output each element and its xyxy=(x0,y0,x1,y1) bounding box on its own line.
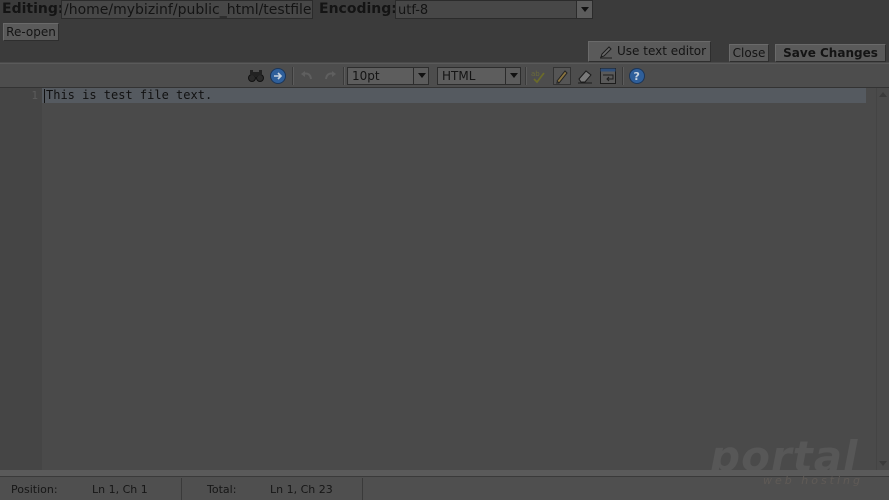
chevron-down-icon xyxy=(576,1,592,18)
code-line[interactable]: This is test file text. xyxy=(46,88,212,103)
status-bar: Position: Ln 1, Ch 1 Total: Ln 1, Ch 23 xyxy=(0,476,889,500)
save-changes-button[interactable]: Save Changes xyxy=(775,44,886,62)
word-wrap-icon[interactable] xyxy=(599,67,617,85)
vertical-scrollbar[interactable] xyxy=(876,88,889,470)
position-value: Ln 1, Ch 1 xyxy=(92,483,148,496)
reopen-button[interactable]: Re-open xyxy=(3,23,59,41)
code-editor[interactable]: 1 This is test file text. xyxy=(0,88,876,470)
toolbar-separator xyxy=(292,67,294,85)
line-number-gutter xyxy=(0,88,42,470)
use-text-editor-label: Use text editor xyxy=(617,44,707,58)
total-value: Ln 1, Ch 23 xyxy=(270,483,333,496)
status-separator xyxy=(362,478,363,500)
close-button[interactable]: Close xyxy=(729,44,769,62)
redo-icon[interactable] xyxy=(321,67,339,85)
scroll-up-icon[interactable] xyxy=(879,92,887,97)
highlight-icon[interactable] xyxy=(553,67,571,85)
undo-icon[interactable] xyxy=(298,67,316,85)
chevron-down-icon xyxy=(413,68,428,84)
file-path-field: /home/mybizinf/public_html/testfile.ht xyxy=(61,0,313,19)
search-icon[interactable] xyxy=(247,67,265,85)
status-separator xyxy=(181,478,182,500)
pencil-icon xyxy=(600,46,612,59)
syntax-value: HTML xyxy=(442,69,476,83)
editor-header: Editing: /home/mybizinf/public_html/test… xyxy=(0,0,889,62)
total-label: Total: xyxy=(207,483,237,496)
svg-text:?: ? xyxy=(634,70,640,83)
toolbar-separator xyxy=(343,67,345,85)
font-size-select[interactable]: 10pt xyxy=(347,67,429,85)
eraser-icon[interactable] xyxy=(576,67,594,85)
use-text-editor-button[interactable]: Use text editor xyxy=(588,41,711,62)
line-number: 1 xyxy=(31,89,38,102)
editing-label: Editing: xyxy=(2,1,64,17)
encoding-value: utf-8 xyxy=(398,3,429,18)
position-label: Position: xyxy=(11,483,58,496)
toolbar-separator xyxy=(622,67,624,85)
editor-toolbar: 10pt HTML ab ? xyxy=(0,63,889,88)
chevron-down-icon xyxy=(505,68,520,84)
syntax-select[interactable]: HTML xyxy=(437,67,521,85)
help-icon[interactable]: ? xyxy=(628,67,646,85)
encoding-label: Encoding: xyxy=(319,1,397,17)
font-size-value: 10pt xyxy=(352,69,380,83)
spellcheck-icon[interactable]: ab xyxy=(529,67,547,85)
goto-icon[interactable] xyxy=(269,67,287,85)
scroll-down-icon[interactable] xyxy=(879,461,887,466)
text-caret xyxy=(44,89,45,103)
encoding-select[interactable]: utf-8 xyxy=(395,0,593,19)
portal-tagline: web hosting xyxy=(763,474,863,487)
svg-text:ab: ab xyxy=(531,70,540,78)
toolbar-separator xyxy=(525,67,527,85)
